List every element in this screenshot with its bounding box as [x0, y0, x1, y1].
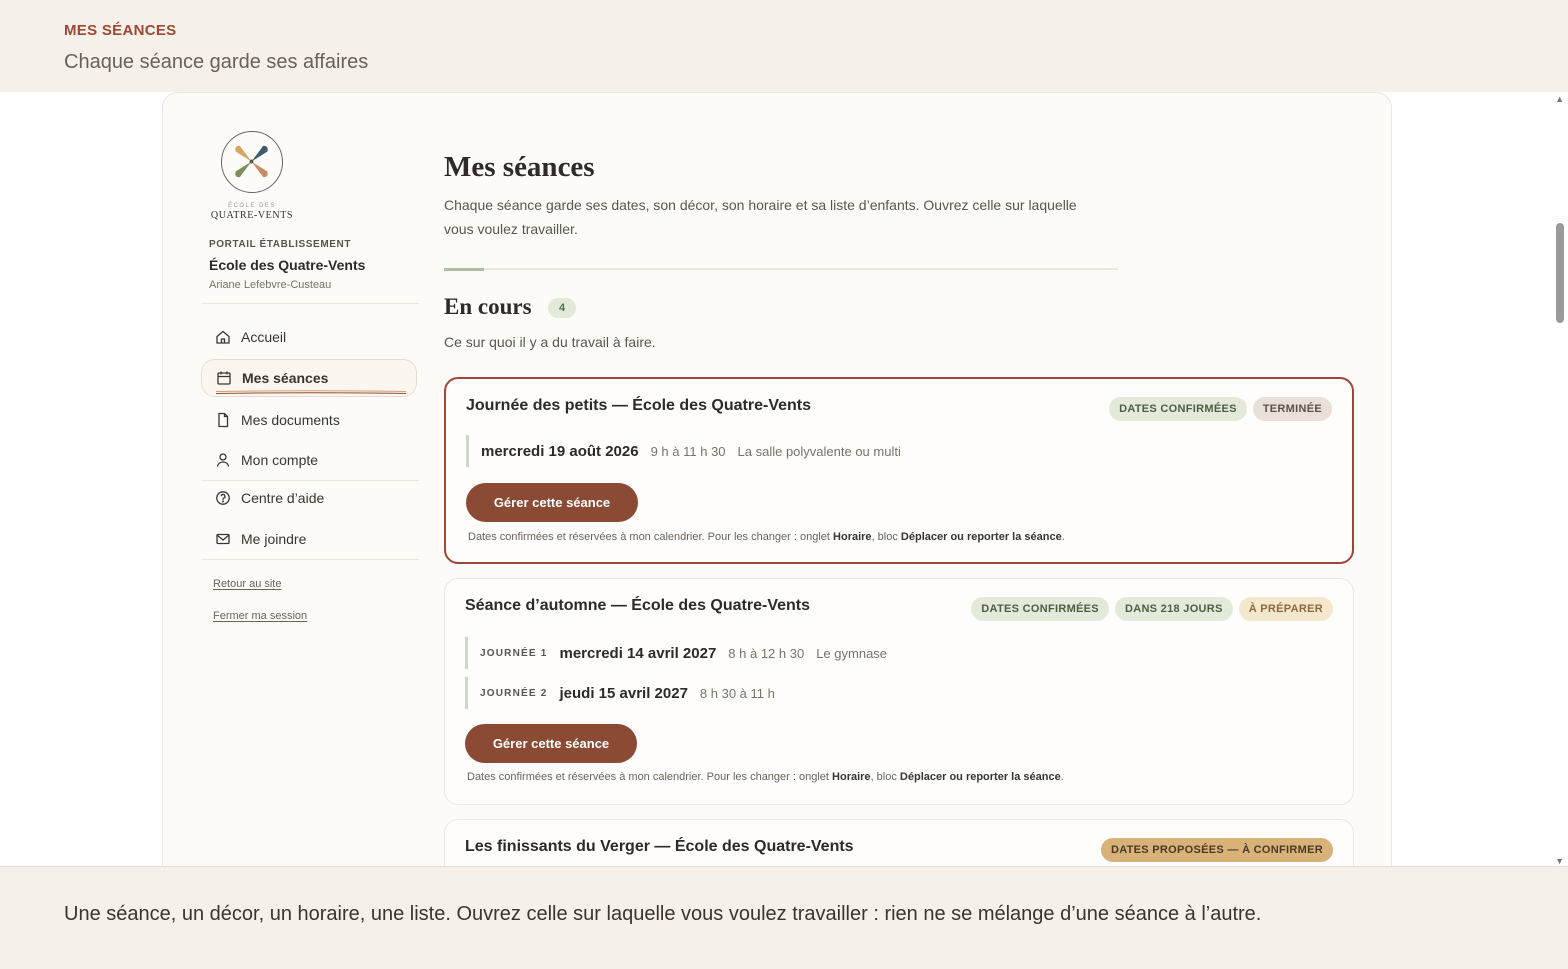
home-icon: [215, 329, 231, 345]
browser-viewport: ▲ ▼ ÉCOLE DES QUATRE-VENTS PORTAIL ÉTABL…: [0, 92, 1568, 866]
session-day-label: JOURNÉE 2: [480, 687, 548, 699]
session-card-title: Les finissants du Verger — École des Qua…: [465, 838, 854, 855]
session-card-title: Journée des petits — École des Quatre-Ve…: [466, 397, 811, 414]
portal-label: PORTAIL ÉTABLISSEMENT: [209, 239, 352, 250]
session-note: Dates confirmées et réservées à mon cale…: [467, 771, 1064, 783]
scroll-down-arrow-icon[interactable]: ▼: [1555, 856, 1564, 866]
help-icon: [215, 490, 231, 506]
session-day-time: 8 h à 12 h 30: [728, 645, 805, 661]
sidebar-divider: [201, 559, 419, 560]
sidebar-item-label: Mes documents: [241, 412, 340, 428]
sidebar-item-centre-aide[interactable]: Centre d’aide: [201, 479, 417, 517]
sidebar-item-mes-seances[interactable]: Mes séances: [201, 359, 417, 397]
session-badges: DATES CONFIRMÉES DANS 218 JOURS À PRÉPAR…: [971, 597, 1333, 621]
sidebar-item-label: Centre d’aide: [241, 490, 325, 506]
session-day-row: mercredi 19 août 2026 9 h à 11 h 30 La s…: [466, 435, 901, 467]
status-badge: DATES CONFIRMÉES: [1109, 397, 1247, 421]
session-card[interactable]: Les finissants du Verger — École des Qua…: [444, 819, 1354, 866]
sidebar-item-me-joindre[interactable]: Me joindre: [201, 520, 417, 558]
logout-link[interactable]: Fermer ma session: [213, 610, 307, 622]
status-badge: DATES PROPOSÉES — À CONFIRMER: [1100, 838, 1333, 862]
divider-accent: [444, 268, 484, 271]
session-note: Dates confirmées et réservées à mon cale…: [468, 531, 1065, 543]
mail-icon: [215, 531, 231, 547]
sidebar-item-mes-documents[interactable]: Mes documents: [201, 401, 417, 439]
page-description: Chaque séance garde ses dates, son décor…: [444, 197, 1077, 237]
scrollbar-thumb[interactable]: [1556, 223, 1564, 323]
status-badge: DANS 218 JOURS: [1114, 597, 1233, 621]
section-title: En cours: [444, 294, 532, 319]
sidebar-divider: [201, 303, 419, 304]
sidebar-item-mon-compte[interactable]: Mon compte: [201, 441, 417, 479]
logo-small-text: ÉCOLE DES: [228, 203, 276, 209]
session-day-place: La salle polyvalente ou multi: [737, 443, 901, 459]
logo-name: QUATRE-VENTS: [210, 210, 294, 221]
section-divider: [444, 268, 1118, 270]
session-day-date: mercredi 14 avril 2027: [559, 644, 717, 662]
session-day-label: JOURNÉE 1: [480, 647, 548, 659]
session-badges: DATES PROPOSÉES — À CONFIRMER: [1100, 838, 1333, 862]
section-description: Ce sur quoi il y a du travail à faire.: [444, 334, 656, 350]
user-name: Ariane Lefebvre-Custeau: [209, 279, 332, 291]
logo-icon[interactable]: [221, 131, 283, 193]
sidebar-item-label: Accueil: [241, 329, 287, 345]
session-day-row: JOURNÉE 1 mercredi 14 avril 2027 8 h à 1…: [465, 637, 887, 669]
manage-session-button[interactable]: Gérer cette séance: [466, 483, 638, 522]
sidebar-item-label: Mes séances: [242, 370, 329, 386]
sidebar-item-label: Mon compte: [241, 452, 319, 468]
session-badges: DATES CONFIRMÉES TERMINÉE: [1109, 397, 1332, 421]
session-day-time: 8 h 30 à 11 h: [699, 685, 775, 701]
school-name: École des Quatre-Vents: [209, 257, 366, 273]
page-title: Mes séances: [444, 151, 595, 183]
session-day-row: JOURNÉE 2 jeudi 15 avril 2027 8 h 30 à 1…: [465, 677, 787, 709]
session-day-date: jeudi 15 avril 2027: [559, 684, 688, 702]
manage-session-button[interactable]: Gérer cette séance: [465, 724, 637, 763]
back-to-site-link[interactable]: Retour au site: [213, 578, 281, 590]
status-badge: DATES CONFIRMÉES: [971, 597, 1109, 621]
status-badge: TERMINÉE: [1252, 397, 1332, 421]
session-card[interactable]: Séance d’automne — École des Quatre-Vent…: [444, 578, 1354, 805]
section-count-badge: 4: [548, 298, 576, 318]
banner-eyebrow: MES SÉANCES: [64, 22, 177, 39]
user-icon: [215, 452, 231, 468]
document-icon: [215, 412, 231, 428]
top-banner: MES SÉANCES Chaque séance garde ses affa…: [0, 0, 1568, 92]
scroll-up-arrow-icon[interactable]: ▲: [1555, 94, 1564, 104]
sidebar-item-label: Me joindre: [241, 531, 307, 547]
app-panel: ÉCOLE DES QUATRE-VENTS PORTAIL ÉTABLISSE…: [162, 92, 1392, 866]
session-day-place: Le gymnase: [816, 645, 888, 661]
session-day-time: 9 h à 11 h 30: [650, 443, 726, 459]
status-badge: À PRÉPARER: [1238, 597, 1333, 621]
session-card-title: Séance d’automne — École des Quatre-Vent…: [465, 597, 810, 614]
bottom-caption-strip: Une séance, un décor, un horaire, une li…: [0, 866, 1568, 969]
sidebar-item-accueil[interactable]: Accueil: [201, 318, 417, 356]
session-day-date: mercredi 19 août 2026: [481, 442, 639, 460]
bottom-caption: Une séance, un décor, un horaire, une li…: [64, 903, 1262, 925]
calendar-icon: [216, 370, 232, 386]
active-underline: [216, 390, 406, 394]
session-card[interactable]: Journée des petits — École des Quatre-Ve…: [444, 377, 1354, 564]
banner-subtitle: Chaque séance garde ses affaires: [64, 51, 369, 73]
